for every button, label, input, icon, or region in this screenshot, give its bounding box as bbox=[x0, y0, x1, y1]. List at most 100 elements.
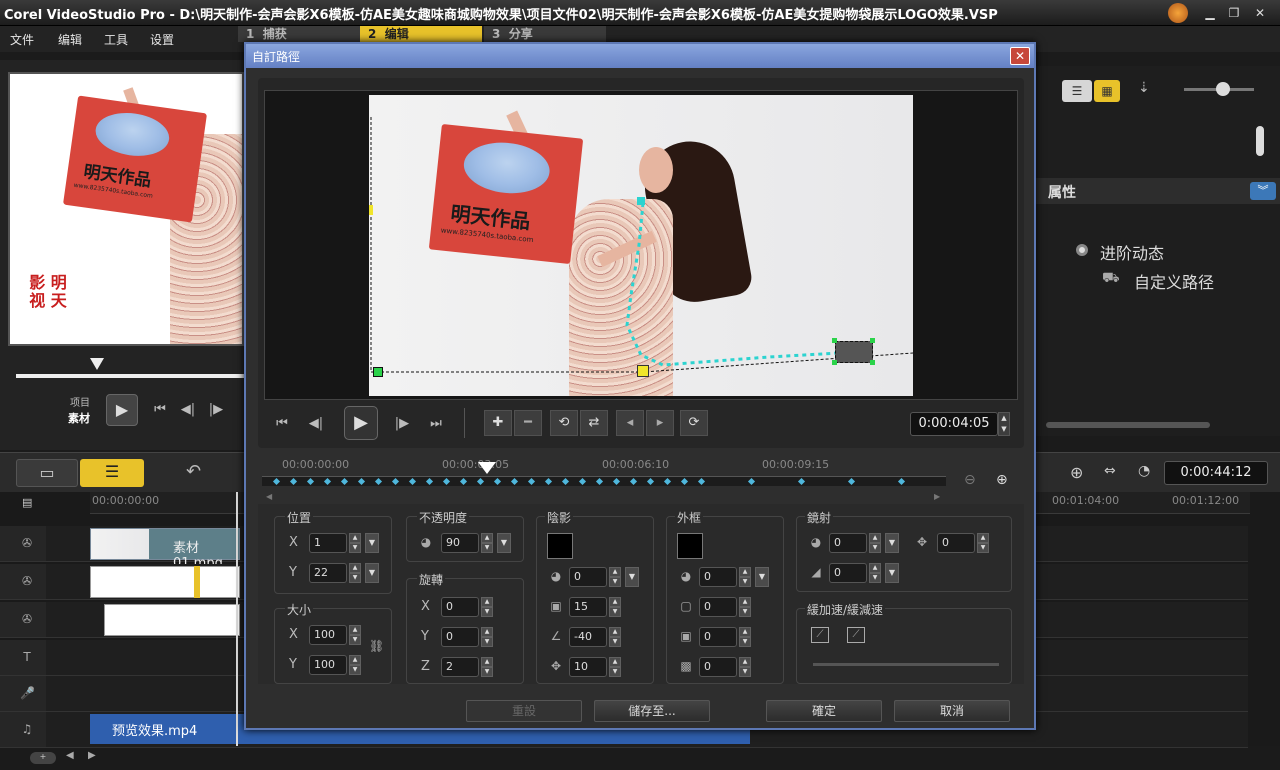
keyframe-marker[interactable] bbox=[408, 477, 417, 486]
spin-down-icon[interactable]: ▼ bbox=[869, 543, 881, 553]
mirror-dropdown-icon[interactable]: ▼ bbox=[885, 533, 899, 553]
keyframe-marker[interactable] bbox=[391, 477, 400, 486]
track-head-title[interactable]: T bbox=[0, 640, 46, 676]
spin-up-icon[interactable]: ▲ bbox=[481, 597, 493, 607]
go-end-icon[interactable]: ⏭ bbox=[424, 412, 448, 436]
mirror-fade-dropdown-icon[interactable]: ▼ bbox=[885, 563, 899, 583]
anchor-handle[interactable] bbox=[373, 367, 383, 377]
cancel-button[interactable]: 取消 bbox=[894, 700, 1010, 722]
app-badge-icon[interactable] bbox=[1168, 3, 1188, 23]
corner-handle[interactable] bbox=[832, 338, 837, 343]
keyframe-marker[interactable] bbox=[272, 477, 281, 486]
position-x-input[interactable]: 1 bbox=[309, 533, 347, 553]
keyframe-playhead-icon[interactable] bbox=[478, 462, 496, 474]
dialog-play-icon[interactable]: ▶ bbox=[344, 406, 378, 440]
timecode-spin-icon[interactable]: ▲ ▼ bbox=[998, 412, 1010, 436]
border-b-input[interactable]: 0 bbox=[699, 657, 737, 677]
shadow-blur-spinner[interactable]: ▲ ▼ bbox=[609, 597, 621, 617]
spin-up-icon[interactable]: ▲ bbox=[349, 563, 361, 573]
border-a-input[interactable]: 0 bbox=[699, 627, 737, 647]
add-keyframe-icon[interactable]: ✚ bbox=[484, 410, 512, 436]
rotation-y-spinner[interactable]: ▲ ▼ bbox=[481, 627, 493, 647]
keyframe-marker[interactable] bbox=[697, 477, 706, 486]
next-frame-icon[interactable]: |▶ bbox=[204, 398, 228, 422]
ok-button[interactable]: 確定 bbox=[766, 700, 882, 722]
track-head-voice[interactable]: 🎤 bbox=[0, 676, 46, 712]
keyframe-marker[interactable] bbox=[425, 477, 434, 486]
spin-up-icon[interactable]: ▲ bbox=[609, 627, 621, 637]
center-handle[interactable] bbox=[637, 365, 649, 377]
keyframe-timeline[interactable]: 00:00:00:00 00:00:03:05 00:00:06:10 00:0… bbox=[262, 458, 946, 488]
reset-button[interactable]: 重設 bbox=[466, 700, 582, 722]
rotation-z-spinner[interactable]: ▲ ▼ bbox=[481, 657, 493, 677]
spin-down-icon[interactable]: ▼ bbox=[481, 543, 493, 553]
border-color-swatch[interactable] bbox=[677, 533, 703, 559]
mirror-fade-input[interactable]: 0 bbox=[829, 563, 867, 583]
keyframe-marker[interactable] bbox=[680, 477, 689, 486]
keyframe-marker[interactable] bbox=[797, 477, 806, 486]
object-box[interactable] bbox=[835, 341, 873, 363]
spin-down-icon[interactable]: ▼ bbox=[349, 635, 361, 645]
panel-h-scrollbar[interactable] bbox=[1046, 422, 1210, 428]
track-head-overlay1[interactable]: ✇ bbox=[0, 564, 46, 600]
border-opacity-spinner[interactable]: ▲ ▼ bbox=[739, 567, 751, 587]
shadow-distance-spinner[interactable]: ▲ ▼ bbox=[609, 657, 621, 677]
ease-out-icon[interactable]: ⟋ bbox=[847, 627, 865, 643]
mode-project[interactable]: 项目 bbox=[70, 394, 90, 409]
mirror-offset-input[interactable]: 0 bbox=[937, 533, 975, 553]
close-icon[interactable]: ✕ bbox=[1250, 4, 1270, 22]
tab-share[interactable]: 3 分享 bbox=[484, 26, 606, 42]
list-view-icon[interactable]: ☰ bbox=[1062, 80, 1092, 102]
track-manager-icon[interactable]: ▤ bbox=[22, 496, 44, 510]
border-opacity-dropdown-icon[interactable]: ▼ bbox=[755, 567, 769, 587]
video-frame[interactable]: 明天作品 www.8235740s.taoba.com bbox=[369, 95, 913, 396]
spin-up-icon[interactable]: ▲ bbox=[481, 533, 493, 543]
scroll-right-icon[interactable]: ▶ bbox=[88, 750, 96, 761]
position-y-input[interactable]: 22 bbox=[309, 563, 347, 583]
next-frame-icon[interactable]: |▶ bbox=[390, 412, 414, 436]
scrubber-handle-icon[interactable] bbox=[90, 358, 104, 370]
size-x-input[interactable]: 100 bbox=[309, 625, 347, 645]
spin-up-icon[interactable]: ▲ bbox=[977, 533, 989, 543]
shadow-blur-input[interactable]: 15 bbox=[569, 597, 607, 617]
spin-down-icon[interactable]: ▼ bbox=[739, 637, 751, 647]
zoom-slider-thumb[interactable] bbox=[1216, 82, 1230, 96]
mirror-fade-spinner[interactable]: ▲ ▼ bbox=[869, 563, 881, 583]
mode-clip[interactable]: 素材 bbox=[68, 410, 90, 426]
size-y-input[interactable]: 100 bbox=[309, 655, 347, 675]
corner-handle[interactable] bbox=[870, 360, 875, 365]
keyframe-marker[interactable] bbox=[306, 477, 315, 486]
keyframe-marker[interactable] bbox=[897, 477, 906, 486]
custom-path-label[interactable]: 自定义路径 bbox=[1134, 269, 1214, 293]
spin-down-icon[interactable]: ▼ bbox=[609, 667, 621, 677]
spin-up-icon[interactable]: ▲ bbox=[349, 625, 361, 635]
timeline-timecode[interactable]: 0:00:44:12 bbox=[1164, 461, 1268, 485]
go-start-icon[interactable]: ⏮ bbox=[270, 412, 294, 436]
advanced-motion-radio[interactable] bbox=[1076, 244, 1088, 256]
keyframe-marker[interactable] bbox=[646, 477, 655, 486]
spin-down-icon[interactable]: ▼ bbox=[739, 607, 751, 617]
menu-settings[interactable]: 设置 bbox=[150, 31, 174, 48]
rotate-icon[interactable]: ⟳ bbox=[680, 410, 708, 436]
remove-keyframe-icon[interactable]: ━ bbox=[514, 410, 542, 436]
spin-up-icon[interactable]: ▲ bbox=[739, 657, 751, 667]
spin-down-icon[interactable]: ▼ bbox=[739, 577, 751, 587]
swap-icon[interactable]: ⇄ bbox=[580, 410, 608, 436]
spin-down-icon[interactable]: ▼ bbox=[481, 667, 493, 677]
position-y-spinner[interactable]: ▲ ▼ bbox=[349, 563, 361, 583]
spin-up-icon[interactable]: ▲ bbox=[609, 657, 621, 667]
shadow-color-swatch[interactable] bbox=[547, 533, 573, 559]
keyframe-marker[interactable] bbox=[629, 477, 638, 486]
play-icon[interactable]: ▶ bbox=[106, 394, 138, 426]
border-opacity-input[interactable]: 0 bbox=[699, 567, 737, 587]
dialog-timecode[interactable]: 0:00:04:05 bbox=[910, 412, 998, 436]
spin-up-icon[interactable]: ▲ bbox=[349, 533, 361, 543]
menu-tools[interactable]: 工具 bbox=[104, 31, 128, 48]
keyframe-marker[interactable] bbox=[612, 477, 621, 486]
spin-down-icon[interactable]: ▼ bbox=[349, 543, 361, 553]
tab-edit[interactable]: 2 编辑 bbox=[360, 26, 482, 42]
spin-up-icon[interactable]: ▲ bbox=[481, 657, 493, 667]
spin-up-icon[interactable]: ▲ bbox=[869, 563, 881, 573]
spin-down-icon[interactable]: ▼ bbox=[349, 665, 361, 675]
opacity-dropdown-icon[interactable]: ▼ bbox=[497, 533, 511, 553]
